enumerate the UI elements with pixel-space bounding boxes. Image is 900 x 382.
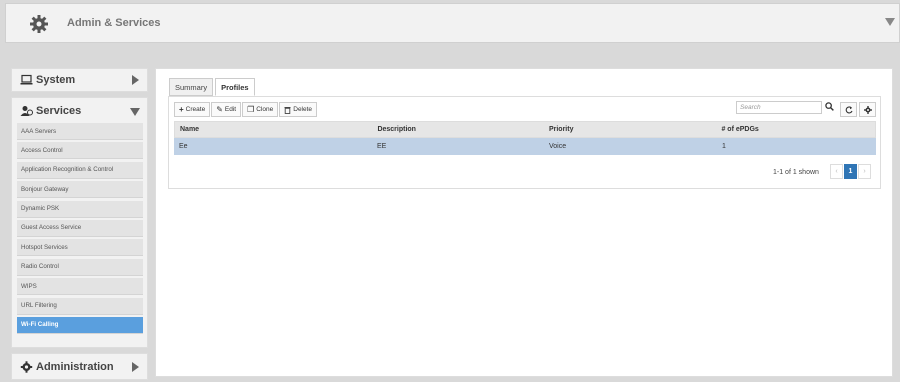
column-header-priority[interactable]: Priority [544,126,717,133]
services-header[interactable]: Services [12,100,147,122]
create-button[interactable]: + Create [174,102,211,117]
profiles-table: Name Description Priority # of ePDGs Ee … [174,121,876,155]
table-header-row: Name Description Priority # of ePDGs [174,121,876,138]
copy-icon: ❐ [247,104,255,114]
system-header[interactable]: System [12,69,147,91]
create-label: Create [185,106,206,113]
services-section: Services AAA Servers Access Control Appl… [11,97,148,348]
edit-button[interactable]: ✎ Edit [211,102,242,117]
sidebar-item-wips[interactable]: WIPS [17,278,143,296]
sidebar-item-hotspot-services[interactable]: Hotspot Services [17,239,143,257]
system-label: System [36,74,76,86]
sidebar-item-application-recognition[interactable]: Application Recognition & Control [17,161,143,179]
cell-priority: Voice [549,143,567,150]
sidebar-item-url-filtering[interactable]: URL Filtering [17,297,143,315]
sidebar-item-wifi-calling[interactable]: Wi-Fi Calling [17,316,143,334]
page-title: Admin & Services [67,17,161,29]
sidebar-item-guest-access[interactable]: Guest Access Service [17,219,143,237]
plus-icon: + [179,104,184,114]
pagination-summary: 1-1 of 1 shown [773,169,819,176]
chevron-right-icon [132,362,139,372]
clone-button[interactable]: ❐ Clone [242,102,279,117]
chevron-down-icon [130,108,140,116]
toolbar: + Create ✎ Edit ❐ Clone Delete [174,102,318,117]
chevron-right-icon [132,75,139,85]
edit-label: Edit [224,106,237,113]
administration-header[interactable]: Administration [12,356,147,378]
services-label: Services [36,105,82,117]
search-input[interactable]: Search [736,101,822,114]
cell-description: EE [377,143,387,150]
refresh-icon [845,105,853,113]
column-header-epdgs[interactable]: # of ePDGs [716,126,875,133]
main-panel: Summary Profiles + Create ✎ Edit ❐ Clone [155,68,893,377]
laptop-icon [20,74,33,85]
pagination-prev-button[interactable]: ‹ [830,164,843,179]
cell-epdgs: 1 [722,143,726,150]
sidebar-item-dynamic-psk[interactable]: Dynamic PSK [17,200,143,218]
system-section: System [11,68,148,92]
header-bar: Admin & Services [5,3,900,43]
pagination-next-button[interactable]: › [858,164,871,179]
trash-icon [284,106,291,114]
pagination-page-1[interactable]: 1 [844,164,857,179]
tab-profiles[interactable]: Profiles [215,78,255,96]
pencil-icon: ✎ [216,104,223,114]
gear-icon [30,15,48,33]
delete-button[interactable]: Delete [279,102,318,117]
sidebar-item-radio-control[interactable]: Radio Control [17,258,143,276]
delete-label: Delete [293,106,313,113]
settings-button[interactable] [859,102,876,117]
tab-bar: Summary Profiles [169,78,257,96]
refresh-button[interactable] [840,102,857,117]
sidebar-item-bonjour-gateway[interactable]: Bonjour Gateway [17,181,143,199]
header-collapse-icon[interactable] [885,18,895,26]
cog-icon [20,361,33,373]
cell-name: Ee [179,143,188,150]
gear-icon [863,105,872,114]
column-header-description[interactable]: Description [372,126,544,133]
services-list: AAA Servers Access Control Application R… [17,123,143,336]
administration-section: Administration [11,353,148,380]
sidebar-item-access-control[interactable]: Access Control [17,142,143,160]
clone-label: Clone [256,106,274,113]
profiles-panel: + Create ✎ Edit ❐ Clone Delete Search Na… [168,96,881,189]
users-icon [20,106,33,116]
administration-label: Administration [36,361,114,373]
search-icon[interactable] [825,102,834,111]
table-row[interactable]: Ee EE Voice 1 [174,138,876,155]
column-header-name[interactable]: Name [175,126,372,133]
sidebar-item-aaa-servers[interactable]: AAA Servers [17,123,143,140]
tab-summary[interactable]: Summary [169,78,214,96]
